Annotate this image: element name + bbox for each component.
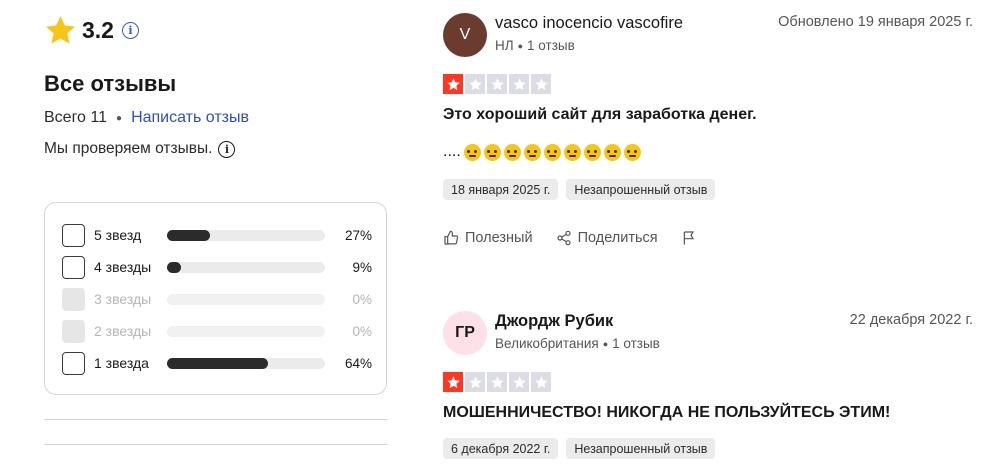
star-icon (531, 372, 551, 392)
progress-bar (167, 357, 325, 369)
filter-percent: 0% (352, 291, 372, 307)
date-tag: 6 декабря 2022 г. (443, 438, 559, 459)
filter-row-3: 3 звезды 0% (62, 287, 372, 311)
share-label: Поделиться (577, 230, 658, 246)
progress-bar (167, 229, 325, 241)
author-review-count: 1 отзыв (612, 336, 660, 351)
angry-face-emoji (503, 143, 521, 161)
review-actions: Полезный Поделиться (443, 230, 726, 246)
avatar[interactable]: V (443, 13, 487, 57)
star-icon (487, 372, 507, 392)
verify-row: Мы проверяем отзывы. i (44, 140, 236, 158)
flag-icon (683, 231, 694, 245)
filter-label: 4 звезды (94, 259, 152, 275)
angry-face-emoji (623, 143, 641, 161)
angry-face-emoji (603, 143, 621, 161)
review-text: .... (443, 143, 641, 161)
angry-face-emoji (483, 143, 501, 161)
angry-face-emoji (463, 143, 481, 161)
star-icon (465, 372, 485, 392)
review-tags: 6 декабря 2022 г. Незапрошенный отзыв (443, 438, 723, 459)
total-row: Всего 11 ● Написать отзыв (44, 109, 249, 127)
author-meta: Великобритания ● 1 отзыв (495, 336, 660, 351)
review-text-prefix: .... (443, 143, 461, 160)
star-icon (531, 74, 551, 94)
helpful-label: Полезный (465, 230, 533, 246)
star-icon (509, 74, 529, 94)
filter-row-1[interactable]: 1 звезда 64% (62, 351, 372, 375)
author-meta: НЛ ● 1 отзыв (495, 38, 575, 53)
separator-dot: ● (517, 40, 524, 51)
star-icon (46, 15, 75, 44)
filter-percent: 0% (352, 323, 372, 339)
angry-face-emoji (543, 143, 561, 161)
filter-label: 1 звезда (94, 355, 149, 371)
author-review-count: 1 отзыв (527, 38, 575, 53)
star-rating (443, 372, 553, 392)
progress-bar (167, 293, 325, 305)
author-name[interactable]: Джордж Рубик (495, 312, 613, 331)
progress-bar (167, 261, 325, 273)
helpful-button[interactable]: Полезный (443, 230, 533, 246)
avatar[interactable]: ГР (443, 311, 487, 355)
review-date: 22 декабря 2022 г. (849, 312, 973, 328)
separator-dot: ● (602, 338, 609, 349)
filter-label: 2 звезды (94, 323, 152, 339)
thumbs-up-icon (444, 230, 459, 245)
total-count: Всего 11 (44, 109, 108, 126)
review-updated-date: Обновлено 19 января 2025 г. (778, 14, 973, 30)
review-title[interactable]: Это хороший сайт для заработка денег. (443, 106, 757, 124)
angry-face-emoji (563, 143, 581, 161)
checkbox[interactable] (62, 223, 85, 247)
checkbox[interactable] (62, 255, 85, 279)
bar-fill (167, 357, 269, 369)
type-tag: Незапрошенный отзыв (566, 179, 716, 200)
filter-row-4[interactable]: 4 звезды 9% (62, 255, 372, 279)
separator-dot: ● (116, 112, 123, 124)
star-icon (487, 74, 507, 94)
date-tag: 18 января 2025 г. (443, 179, 559, 200)
verify-text: Мы проверяем отзывы. (44, 140, 213, 157)
report-button[interactable] (681, 230, 703, 246)
divider (44, 444, 387, 445)
angry-face-emoji (523, 143, 541, 161)
star-icon (443, 74, 463, 94)
rating-value: 3.2 (82, 16, 114, 43)
filter-row-5[interactable]: 5 звезд 27% (62, 223, 372, 247)
author-name[interactable]: vasco inocencio vascofire (495, 14, 683, 33)
filter-percent: 64% (344, 355, 372, 371)
info-icon[interactable]: i (218, 140, 236, 158)
filter-label: 3 звезды (94, 291, 152, 307)
progress-bar (167, 325, 325, 337)
share-button[interactable]: Поделиться (556, 230, 658, 246)
filter-label: 5 звезд (94, 227, 142, 243)
filter-percent: 27% (344, 227, 372, 243)
checkbox[interactable] (62, 351, 85, 375)
share-icon (556, 230, 571, 246)
bar-fill (167, 261, 182, 273)
star-icon (465, 74, 485, 94)
info-icon[interactable]: i (121, 21, 139, 39)
star-icon (443, 372, 463, 392)
rating-row: 3.2 i (44, 12, 139, 48)
angry-face-emoji (583, 143, 601, 161)
bar-fill (167, 229, 210, 241)
review-tags: 18 января 2025 г. Незапрошенный отзыв (443, 179, 723, 200)
filter-percent: 9% (352, 259, 372, 275)
review-title[interactable]: МОШЕННИЧЕСТВО! НИКОГДА НЕ ПОЛЬЗУЙТЕСЬ ЭТ… (443, 404, 890, 422)
checkbox (62, 319, 85, 343)
author-country: Великобритания (495, 336, 599, 351)
divider (44, 419, 387, 420)
author-country: НЛ (495, 38, 514, 53)
star-icon (509, 372, 529, 392)
filter-row-2: 2 звезды 0% (62, 319, 372, 343)
page-title: Все отзывы (44, 71, 177, 96)
type-tag: Незапрошенный отзыв (566, 438, 716, 459)
write-review-link[interactable]: Написать отзыв (131, 109, 249, 127)
star-rating (443, 74, 553, 94)
checkbox (62, 287, 85, 311)
star-filter-box: 5 звезд 27% 4 звезды 9% 3 звезды 0% 2 зв… (44, 202, 387, 395)
